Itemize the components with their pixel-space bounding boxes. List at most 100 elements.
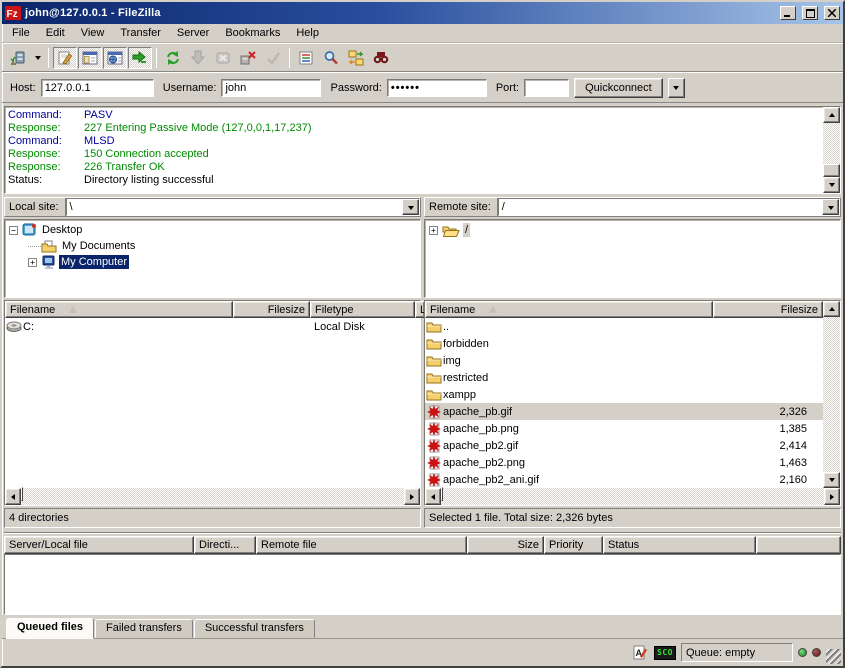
reconnect-button[interactable] [261,47,285,69]
file-row[interactable]: restricted [425,369,823,386]
maximize-button[interactable] [802,6,818,20]
file-name[interactable]: restricted [443,372,713,384]
username-input[interactable] [221,79,321,97]
file-name[interactable]: C: [23,321,233,333]
file-name[interactable]: apache_pb2.gif [443,440,713,452]
column-header-filesize[interactable]: Filesize [233,301,310,318]
column-header-server-local-file[interactable]: Server/Local file [4,536,194,554]
scrollbar-thumb[interactable] [823,164,840,177]
menu-item[interactable]: View [73,25,113,41]
refresh-button[interactable] [161,47,185,69]
toggle-message-log-button[interactable] [53,47,77,69]
file-row[interactable]: img [425,352,823,369]
close-button[interactable] [824,6,840,20]
log-scrollbar[interactable] [823,107,840,193]
file-name[interactable]: apache_pb2.png [443,457,713,469]
column-header-status[interactable]: Status [603,536,756,554]
column-header-filetype[interactable]: Filetype [310,301,415,318]
local-site-dropdown[interactable] [402,199,419,215]
column-header-filename[interactable]: Filename [425,301,713,318]
scroll-up-button[interactable] [823,301,840,317]
menu-item[interactable]: Transfer [112,25,169,41]
host-input[interactable] [41,79,154,97]
minimize-button[interactable] [780,6,796,20]
file-row[interactable]: apache_pb2.png 1,463 [425,454,823,471]
site-manager-dropdown[interactable] [31,47,44,69]
queue-tab[interactable]: Failed transfers [95,619,193,638]
remote-site-value[interactable]: / [499,199,822,215]
column-header-filename[interactable]: Filename [5,301,233,318]
scroll-down-button[interactable] [823,177,840,193]
menu-item[interactable]: Edit [38,25,73,41]
tree-item-label[interactable]: My Computer [59,255,129,269]
remote-vertical-scrollbar[interactable] [823,301,840,488]
column-header-filesize[interactable]: Filesize [713,301,823,318]
password-input[interactable] [387,79,487,97]
file-search-button[interactable] [319,47,343,69]
file-name[interactable]: forbidden [443,338,713,350]
file-row[interactable]: .. [425,318,823,335]
file-row[interactable]: xampp [425,386,823,403]
process-queue-button[interactable] [186,47,210,69]
scroll-up-button[interactable] [823,107,840,123]
scroll-right-button[interactable] [404,488,420,505]
expand-icon[interactable]: + [429,226,438,235]
remote-site-combobox[interactable]: / [498,198,840,216]
tree-item-label[interactable]: Desktop [40,223,84,237]
file-row[interactable]: apache_pb2.gif 2,414 [425,437,823,454]
remote-site-dropdown[interactable] [822,199,839,215]
file-name[interactable]: apache_pb.gif [443,406,713,418]
menu-item[interactable]: Server [169,25,217,41]
resize-grip[interactable] [826,649,841,664]
directory-filter-button[interactable] [294,47,318,69]
quickconnect-dropdown[interactable] [668,78,685,98]
file-name[interactable]: img [443,355,713,367]
tree-item[interactable]: + / [429,222,840,238]
scroll-left-button[interactable] [5,488,21,505]
file-name[interactable]: .. [443,321,713,333]
quickconnect-button[interactable]: Quickconnect [574,78,663,98]
tree-item[interactable]: My Documents [9,238,420,254]
local-site-value[interactable]: \ [67,199,402,215]
file-name[interactable]: apache_pb2_ani.gif [443,474,713,486]
file-row[interactable]: forbidden [425,335,823,352]
menu-item[interactable]: Help [288,25,327,41]
toggle-remote-tree-button[interactable] [103,47,127,69]
site-manager-button[interactable] [6,47,30,69]
menu-item[interactable]: Bookmarks [217,25,288,41]
column-header-remote-file[interactable]: Remote file [256,536,467,554]
disconnect-button[interactable] [236,47,260,69]
scroll-left-button[interactable] [425,488,441,505]
scrollbar-thumb[interactable] [21,487,23,501]
file-row[interactable]: apache_pb.png 1,385 [425,420,823,437]
scroll-down-button[interactable] [823,472,840,488]
toggle-local-tree-button[interactable] [78,47,102,69]
file-name[interactable]: xampp [443,389,713,401]
local-horizontal-scrollbar[interactable] [5,488,420,505]
queue-tab[interactable]: Successful transfers [194,619,315,638]
tree-item-label[interactable]: My Documents [60,239,137,253]
file-row[interactable]: apache_pb.gif 2,326 [425,403,823,420]
folder-compare-button[interactable] [344,47,368,69]
column-header-size[interactable]: Size [467,536,544,554]
expand-icon[interactable]: + [28,258,37,267]
file-row[interactable]: C: Local Disk [5,318,420,335]
tree-item[interactable]: + My Computer [9,254,420,270]
menu-item[interactable]: File [4,25,38,41]
find-files-button[interactable] [369,47,393,69]
cancel-button[interactable] [211,47,235,69]
collapse-icon[interactable]: − [9,226,18,235]
queue-body[interactable] [4,554,841,615]
column-header-direction[interactable]: Directi... [194,536,256,554]
queue-tab[interactable]: Queued files [6,618,94,639]
scroll-right-button[interactable] [824,488,840,505]
tree-item[interactable]: − Desktop [9,222,420,238]
column-header-priority[interactable]: Priority [544,536,603,554]
toggle-transfer-queue-button[interactable] [128,47,152,69]
local-site-combobox[interactable]: \ [66,198,420,216]
file-row[interactable]: apache_pb2_ani.gif 2,160 [425,471,823,488]
port-input[interactable] [524,79,569,97]
file-name[interactable]: apache_pb.png [443,423,713,435]
remote-horizontal-scrollbar[interactable] [425,488,840,505]
scrollbar-thumb[interactable] [441,487,443,501]
